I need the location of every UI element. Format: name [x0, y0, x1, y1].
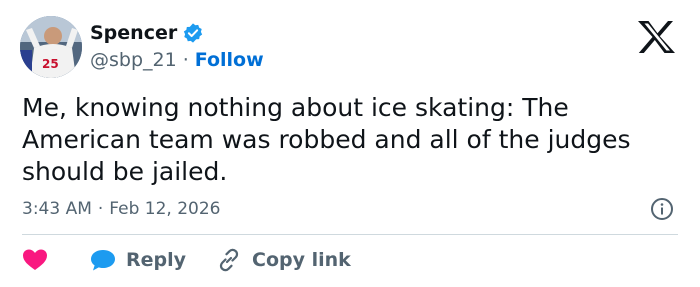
- svg-text:25: 25: [42, 57, 59, 71]
- avatar-image: 25: [20, 16, 82, 78]
- heart-icon[interactable]: [22, 248, 48, 272]
- handle-row: @sbp_21 · Follow: [90, 48, 264, 72]
- follow-button[interactable]: Follow: [195, 48, 264, 72]
- timestamp[interactable]: 3:43 AM · Feb 12, 2026: [22, 197, 221, 221]
- action-bar: Reply Copy link: [22, 246, 351, 274]
- tweet-date: Feb 12, 2026: [109, 199, 221, 219]
- link-icon: [219, 248, 239, 272]
- tweet-text: Me, knowing nothing about ice skating: T…: [22, 93, 631, 186]
- time-separator: ·: [97, 199, 104, 219]
- name-row: Spencer: [90, 20, 204, 46]
- copy-link-label: Copy link: [252, 249, 351, 271]
- avatar[interactable]: 25: [20, 16, 82, 78]
- tweet-card: 25 Spencer @sbp_21 · Follow Me, knowing …: [0, 0, 700, 287]
- tweet-time: 3:43 AM: [22, 199, 92, 219]
- copy-link-button[interactable]: Copy link: [216, 247, 351, 273]
- handle-separator: ·: [182, 49, 189, 71]
- info-icon[interactable]: [650, 197, 674, 221]
- reply-label: Reply: [126, 249, 187, 271]
- divider: [22, 234, 678, 235]
- reply-bubble-icon: [91, 250, 115, 271]
- display-name[interactable]: Spencer: [90, 21, 177, 45]
- reply-button[interactable]: Reply: [90, 248, 186, 272]
- x-logo-icon[interactable]: [636, 20, 676, 54]
- user-handle[interactable]: @sbp_21: [90, 48, 177, 72]
- verified-badge-icon: [184, 23, 203, 43]
